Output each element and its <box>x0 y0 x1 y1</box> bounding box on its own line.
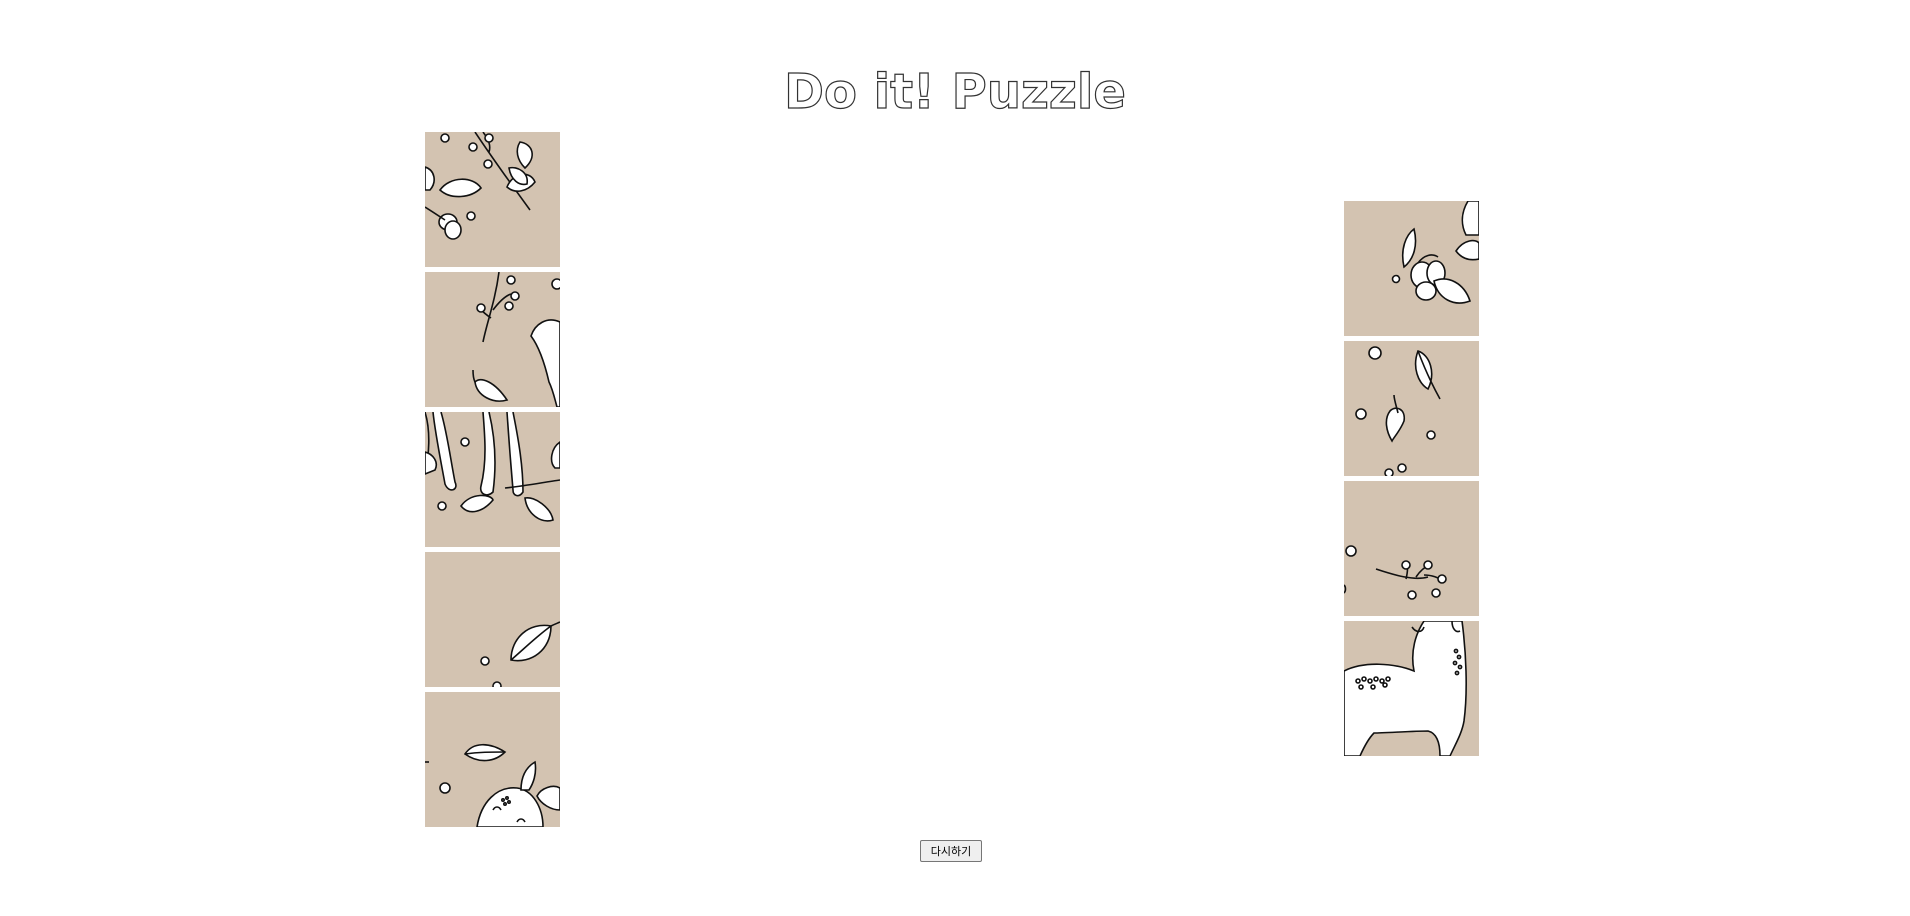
puzzle-piece-4[interactable] <box>425 552 560 687</box>
puzzle-piece-6[interactable] <box>1344 201 1479 336</box>
puzzle-piece-8[interactable] <box>1344 481 1479 616</box>
puzzle-piece-7-image <box>1344 341 1479 476</box>
puzzle-piece-3-image <box>425 412 560 547</box>
puzzle-pieces-left <box>425 132 560 832</box>
puzzle-piece-1-image <box>425 132 560 267</box>
puzzle-piece-5[interactable] <box>425 692 560 827</box>
puzzle-piece-1[interactable] <box>425 132 560 267</box>
page-title: Do it! Puzzle <box>784 63 1127 120</box>
puzzle-piece-5-image <box>425 692 560 827</box>
restart-button[interactable]: 다시하기 <box>920 840 982 862</box>
puzzle-piece-9[interactable] <box>1344 621 1479 756</box>
puzzle-piece-2[interactable] <box>425 272 560 407</box>
puzzle-pieces-right <box>1344 201 1479 761</box>
puzzle-piece-2-image <box>425 272 560 407</box>
puzzle-piece-8-image <box>1344 481 1479 616</box>
puzzle-piece-7[interactable] <box>1344 341 1479 476</box>
puzzle-piece-4-image <box>425 552 560 687</box>
puzzle-piece-9-image <box>1344 621 1479 756</box>
puzzle-piece-3[interactable] <box>425 412 560 547</box>
puzzle-piece-6-image <box>1344 201 1479 336</box>
